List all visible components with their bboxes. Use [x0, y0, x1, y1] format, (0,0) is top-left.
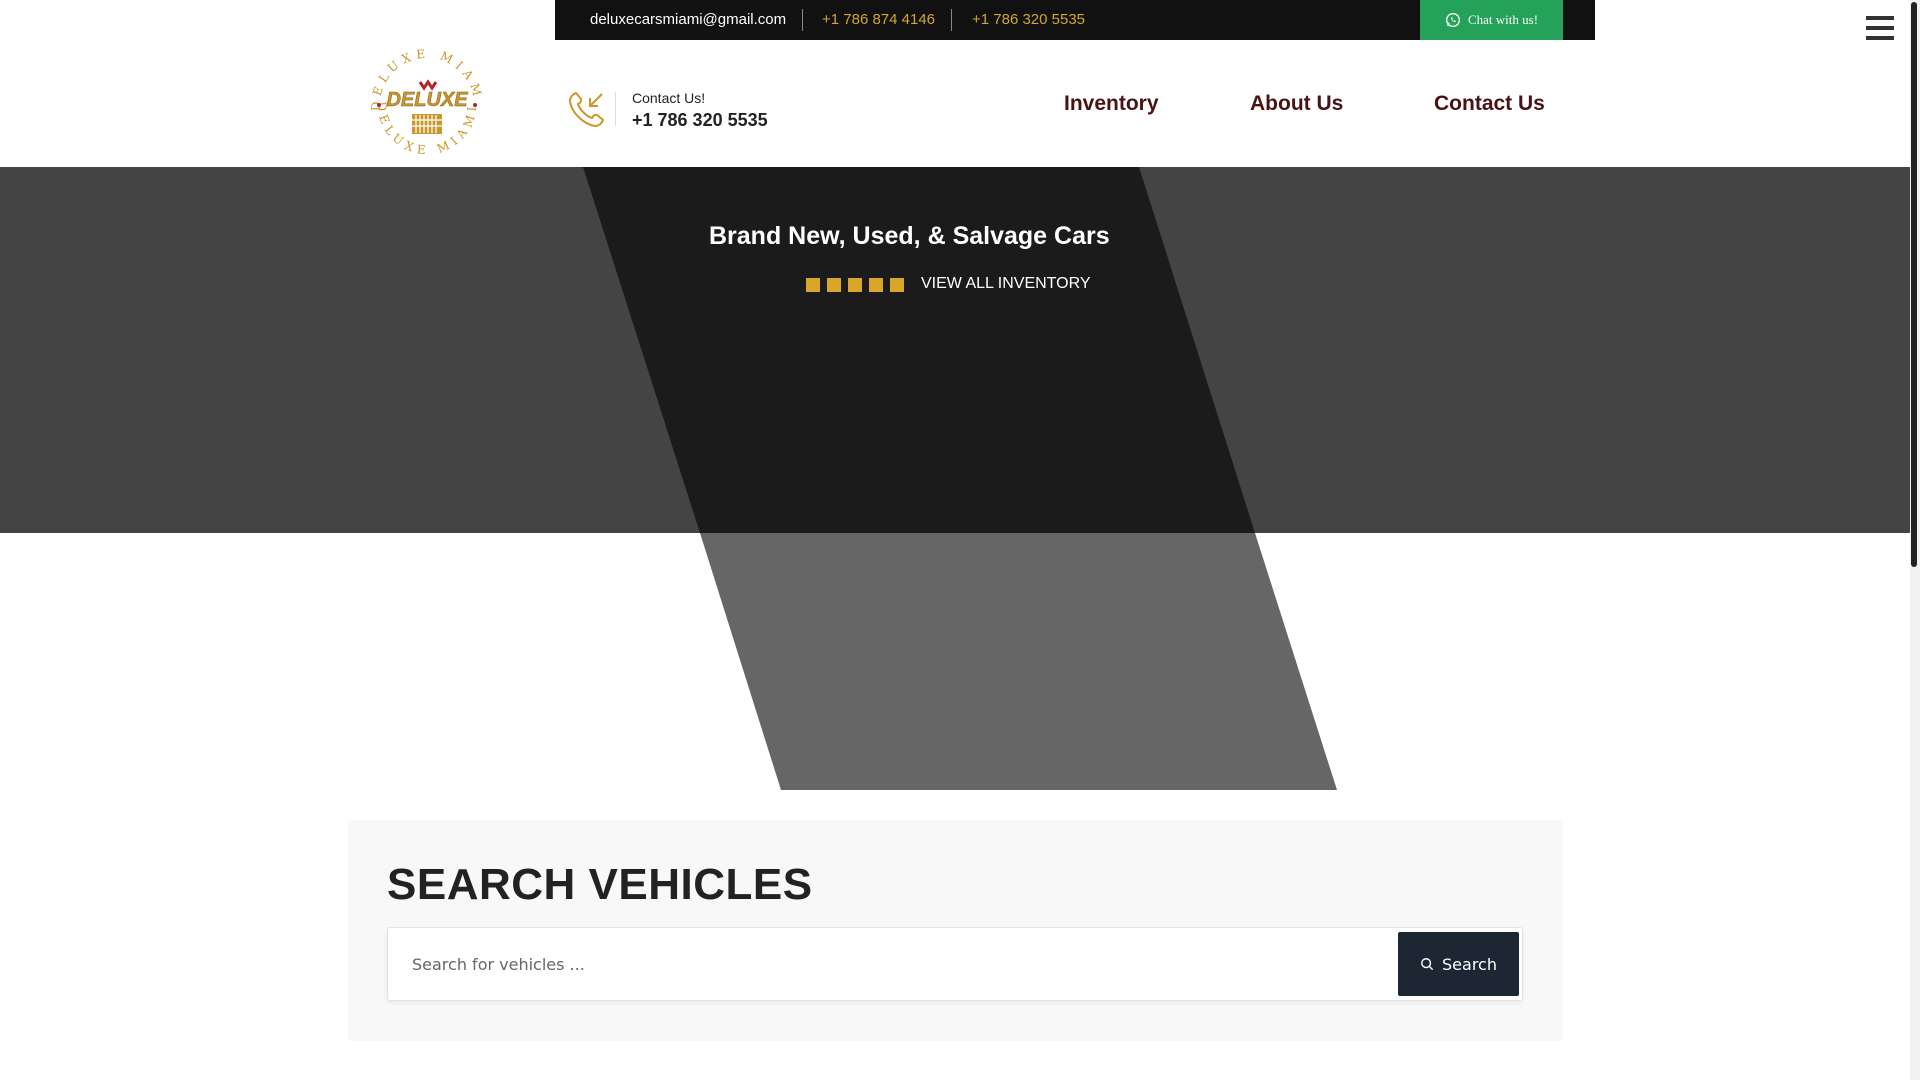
hero-diagonal-shape: [583, 167, 1337, 790]
vehicle-search-input[interactable]: [389, 929, 1379, 999]
hero-decor-squares: [806, 278, 904, 292]
search-button-label: Search: [1442, 954, 1497, 974]
scrollbar-thumb[interactable]: [1911, 2, 1917, 567]
search-button[interactable]: Search: [1398, 932, 1519, 996]
hero-title: Brand New, Used, & Salvage Cars: [709, 222, 1110, 250]
search-vehicles-section: SEARCH VEHICLES Search: [348, 820, 1563, 1041]
search-box: Search: [387, 927, 1523, 1001]
view-all-inventory-link[interactable]: VIEW ALL INVENTORY: [921, 275, 1091, 293]
search-icon: [1421, 958, 1434, 971]
search-heading: SEARCH VEHICLES: [387, 860, 813, 909]
